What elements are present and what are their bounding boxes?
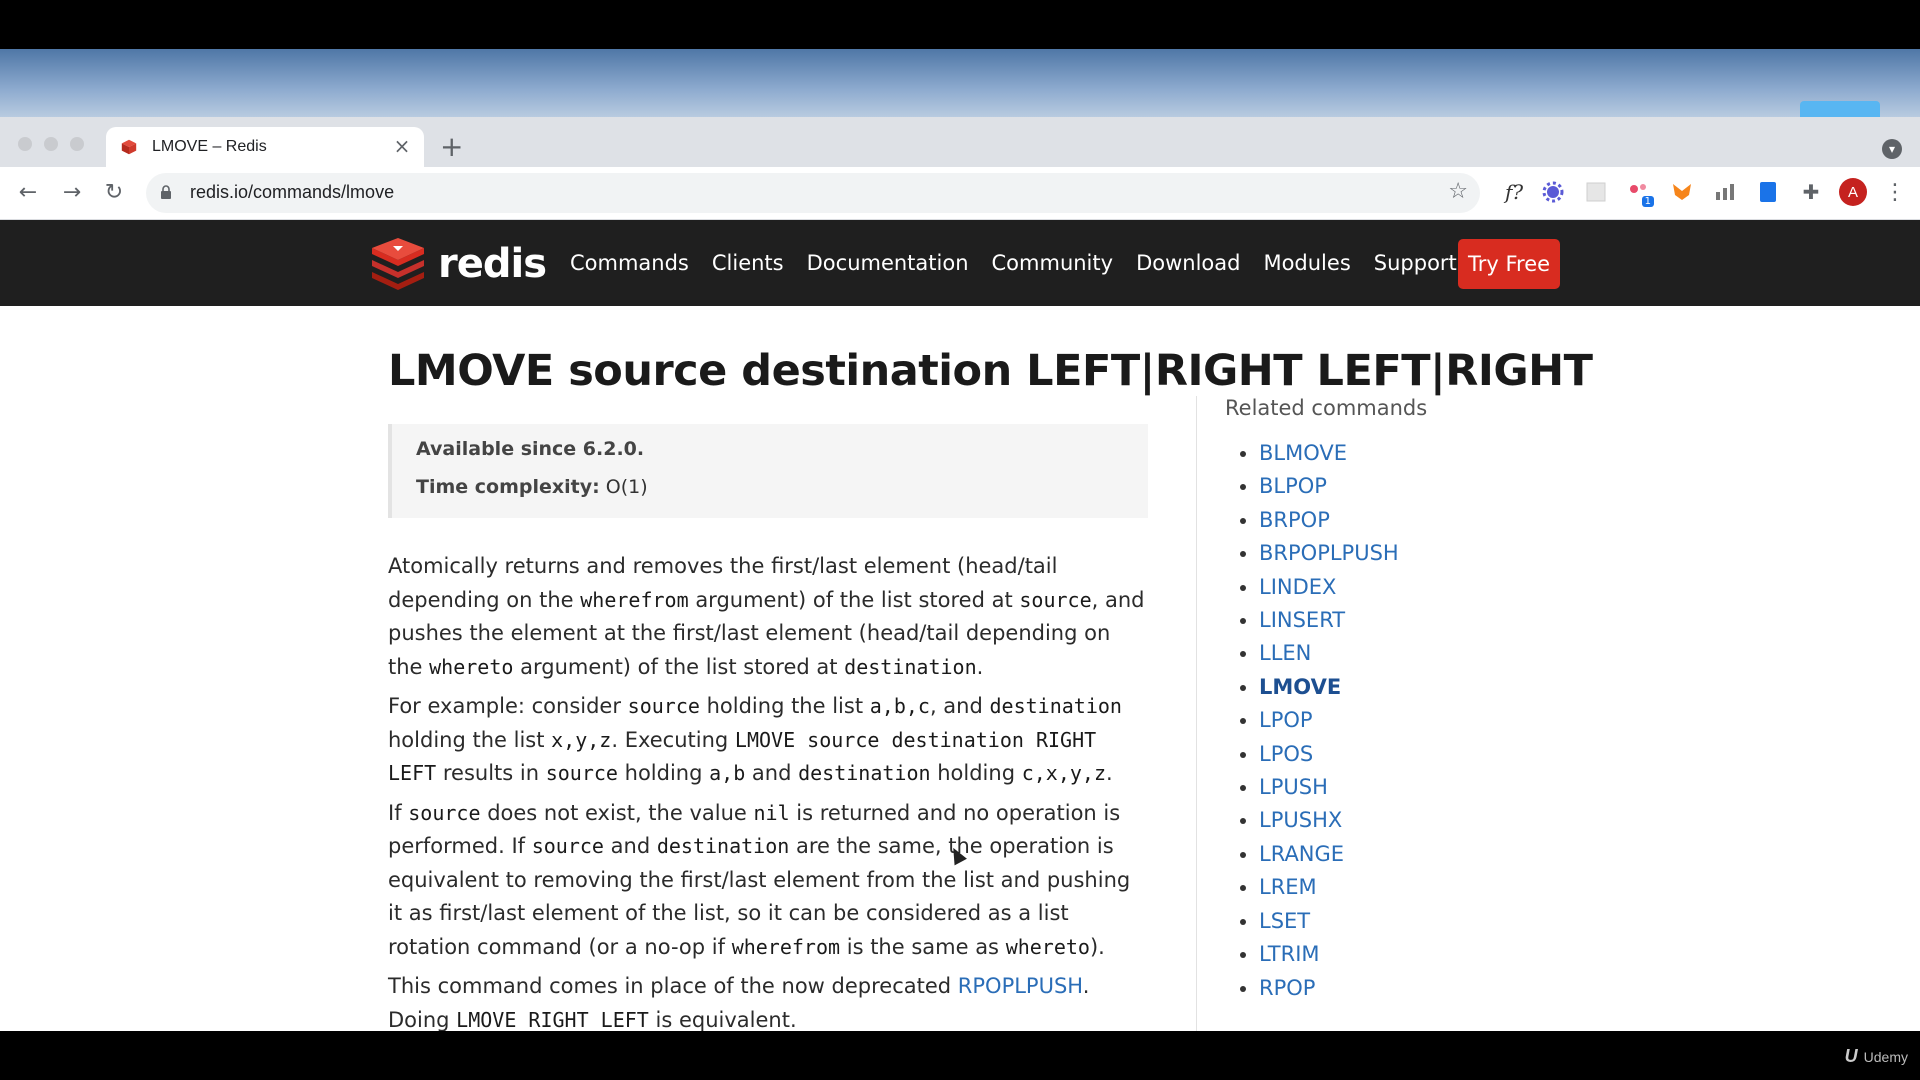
related-llen[interactable]: LLEN — [1259, 641, 1311, 665]
chrome-menu-icon[interactable]: ⋮ — [1882, 179, 1908, 205]
related-blpop[interactable]: BLPOP — [1259, 474, 1327, 498]
fox-extension-icon[interactable] — [1669, 179, 1695, 205]
related-lpos[interactable]: LPOS — [1259, 742, 1313, 766]
related-lmove[interactable]: LMOVE — [1259, 675, 1341, 699]
paragraph-2: For example: consider source holding the… — [388, 694, 1122, 785]
lock-icon[interactable] — [160, 185, 172, 199]
address-bar[interactable]: redis.io/commands/lmove ☆ — [146, 173, 1480, 213]
extensions-puzzle-icon[interactable]: ✚ — [1798, 179, 1824, 205]
grid-extension-icon[interactable] — [1583, 179, 1609, 205]
url-text[interactable]: redis.io/commands/lmove — [190, 182, 394, 203]
profile-avatar[interactable]: A — [1839, 178, 1867, 206]
screen: LMOVE – Redis × + ▾ ← → ↻ redis.io/comma… — [0, 49, 1920, 1031]
list-item: LSET — [1259, 905, 1399, 938]
bookmark-star-icon[interactable]: ☆ — [1448, 179, 1468, 204]
list-item: LPUSH — [1259, 771, 1399, 804]
related-lpushx[interactable]: LPUSHX — [1259, 808, 1342, 832]
related-commands-title: Related commands — [1225, 396, 1428, 420]
udemy-logo-icon: U — [1844, 1046, 1858, 1066]
list-item: RPOP — [1259, 972, 1399, 1005]
window-zoom-dot[interactable] — [70, 137, 84, 151]
extension-badge: 1 — [1641, 196, 1654, 207]
nav-download[interactable]: Download — [1136, 251, 1240, 275]
available-since: Available since 6.2.0. — [416, 438, 645, 460]
gear-extension-icon[interactable] — [1540, 179, 1566, 205]
list-item: LINSERT — [1259, 604, 1399, 637]
redis-cube-icon — [372, 238, 424, 290]
video-letterbox-top — [0, 0, 1920, 49]
list-item: BLPOP — [1259, 470, 1399, 503]
list-item: LTRIM — [1259, 938, 1399, 971]
forward-icon[interactable]: → — [58, 179, 86, 207]
page-content: LMOVE source destination LEFT|RIGHT LEFT… — [0, 306, 1920, 1031]
nav-community[interactable]: Community — [992, 251, 1114, 275]
tab-title: LMOVE – Redis — [152, 138, 267, 155]
related-lpush[interactable]: LPUSH — [1259, 775, 1328, 799]
nav-documentation[interactable]: Documentation — [807, 251, 969, 275]
share-extension-icon[interactable]: 1 — [1626, 179, 1654, 207]
related-lset[interactable]: LSET — [1259, 909, 1310, 933]
related-rpop[interactable]: RPOP — [1259, 976, 1315, 1000]
udemy-watermark: U Udemy — [1844, 1046, 1908, 1066]
desktop-wallpaper — [0, 49, 1920, 117]
related-brpoplpush[interactable]: BRPOPLPUSH — [1259, 541, 1399, 565]
reload-icon[interactable]: ↻ — [100, 179, 128, 207]
related-lrange[interactable]: LRANGE — [1259, 842, 1344, 866]
paragraph-4: This command comes in place of the now d… — [388, 974, 1090, 1031]
related-commands-list: BLMOVE BLPOP BRPOP BRPOPLPUSH LINDEX LIN… — [1235, 437, 1399, 1005]
list-item: BRPOPLPUSH — [1259, 537, 1399, 570]
nav-modules[interactable]: Modules — [1263, 251, 1350, 275]
paragraph-1: Atomically returns and removes the first… — [388, 554, 1145, 679]
formula-extension-icon[interactable]: f? — [1497, 179, 1531, 205]
browser-toolbar: ← → ↻ redis.io/commands/lmove ☆ f? 1 ✚ A… — [0, 167, 1920, 220]
time-complexity: Time complexity: O(1) — [416, 476, 648, 498]
tab-search-icon[interactable]: ▾ — [1882, 139, 1902, 159]
tab-lmove[interactable]: LMOVE – Redis × — [106, 127, 424, 167]
related-linsert[interactable]: LINSERT — [1259, 608, 1345, 632]
new-tab-button[interactable]: + — [440, 129, 463, 165]
rpoplpush-link[interactable]: RPOPLPUSH — [958, 974, 1083, 998]
redis-logo-text: redis — [438, 241, 547, 287]
command-meta-box: Available since 6.2.0. Time complexity: … — [388, 424, 1148, 518]
paragraph-3: If source does not exist, the value nil … — [388, 800, 1131, 959]
list-item-current: LMOVE — [1259, 671, 1399, 704]
related-lindex[interactable]: LINDEX — [1259, 575, 1336, 599]
tab-close-icon[interactable]: × — [390, 134, 414, 158]
list-item: BLMOVE — [1259, 437, 1399, 470]
window-minimize-dot[interactable] — [44, 137, 58, 151]
related-brpop[interactable]: BRPOP — [1259, 508, 1330, 532]
sidebar-divider — [1196, 396, 1197, 1031]
nav-clients[interactable]: Clients — [712, 251, 784, 275]
nav-support[interactable]: Support — [1374, 251, 1457, 275]
list-item: LREM — [1259, 871, 1399, 904]
list-item: LINDEX — [1259, 571, 1399, 604]
page-title: LMOVE source destination LEFT|RIGHT LEFT… — [388, 346, 1593, 396]
related-blmove[interactable]: BLMOVE — [1259, 441, 1347, 465]
video-letterbox-bottom — [0, 1031, 1920, 1080]
command-description: Atomically returns and removes the first… — [388, 550, 1148, 1031]
main-nav: Commands Clients Documentation Community… — [570, 220, 1480, 306]
chart-extension-icon[interactable] — [1712, 179, 1738, 205]
window-close-dot[interactable] — [18, 137, 32, 151]
desktop-folder-icon — [1800, 101, 1880, 117]
site-header: redis Commands Clients Documentation Com… — [0, 220, 1920, 306]
list-item: LLEN — [1259, 637, 1399, 670]
list-item: LRANGE — [1259, 838, 1399, 871]
back-icon[interactable]: ← — [14, 179, 42, 207]
try-free-button[interactable]: Try Free — [1458, 239, 1561, 289]
related-ltrim[interactable]: LTRIM — [1259, 942, 1320, 966]
related-lpop[interactable]: LPOP — [1259, 708, 1313, 732]
list-item: BRPOP — [1259, 504, 1399, 537]
redis-favicon-icon — [121, 139, 137, 155]
list-item: LPUSHX — [1259, 804, 1399, 837]
list-item: LPOP — [1259, 704, 1399, 737]
redis-logo[interactable]: redis — [368, 238, 547, 290]
bookmark-extension-icon[interactable] — [1755, 179, 1781, 205]
nav-commands[interactable]: Commands — [570, 251, 689, 275]
list-item: LPOS — [1259, 738, 1399, 771]
related-lrem[interactable]: LREM — [1259, 875, 1317, 899]
